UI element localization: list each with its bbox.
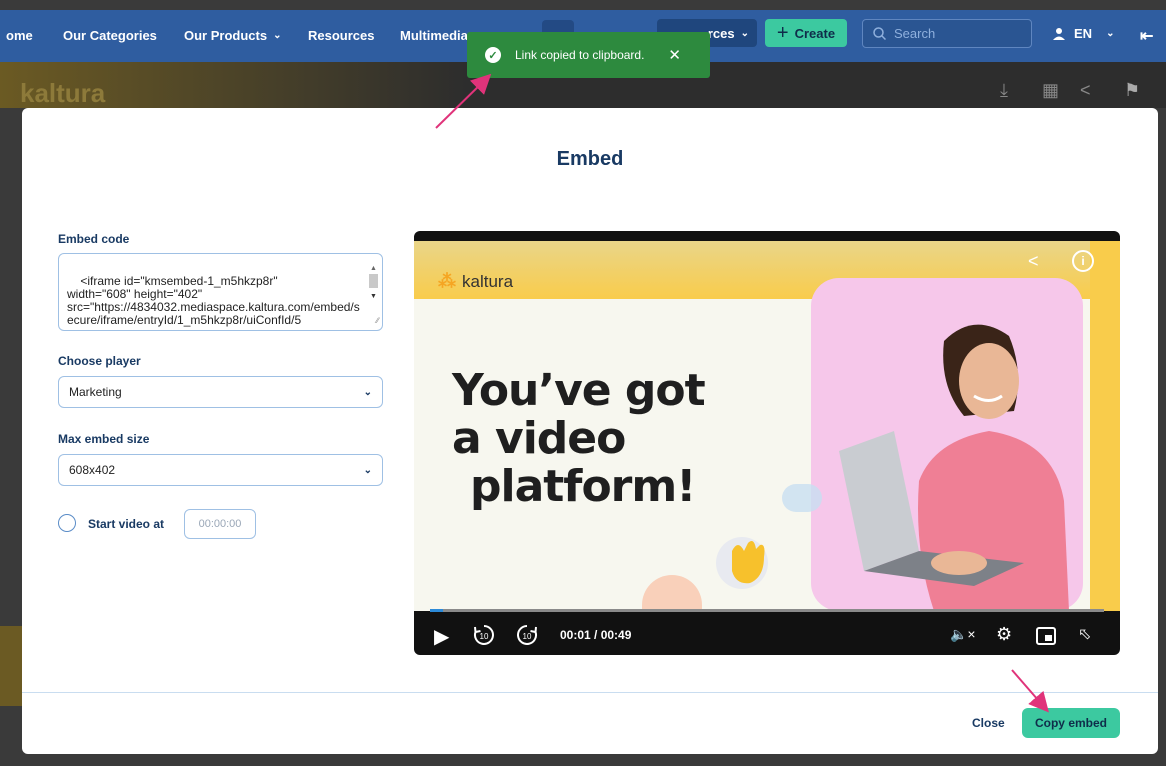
page-left-background [0,626,22,706]
time-display: 00:01 / 00:49 [560,628,632,642]
background-logo: kaltura [20,78,106,108]
user-icon [1053,27,1065,40]
chevron-down-icon: ⌄ [363,464,372,476]
embed-code-label: Embed code [58,232,130,246]
copy-embed-label: Copy embed [1034,716,1107,730]
create-button-label: Create [794,25,836,41]
video-headline: You’ve got a video platform! [452,365,706,512]
create-button[interactable]: + Create [765,19,847,47]
nav-resources[interactable]: Resources [308,28,374,43]
language-selector[interactable]: EN [1074,26,1092,41]
kaltura-spark-icon: ⁂ [438,271,456,291]
nav-categories-label: Our Categories [63,28,157,43]
grid-icon[interactable]: ▦ [1042,80,1059,101]
check-circle-icon: ✓ [485,47,501,63]
search-icon [873,27,886,40]
search-input[interactable]: Search [862,19,1032,48]
kaltura-logo: ⁂ kaltura [438,271,513,292]
max-embed-size-label: Max embed size [58,432,150,446]
chevron-down-icon: ⌄ [363,386,372,398]
user-menu[interactable]: EN ⌄ [1052,26,1114,41]
forward-10-icon[interactable]: 10 [515,623,539,647]
choose-player-select[interactable]: Marketing ⌄ [58,376,383,408]
mute-icon[interactable]: 🔈× [950,626,976,643]
headline-line-1: You’ve got [452,365,706,416]
video-right-band [1090,241,1120,611]
copy-embed-button[interactable]: Copy embed [1022,708,1120,738]
progress-fill [430,609,444,612]
embed-dialog: Embed Embed code <iframe id="kmsembed-1_… [22,108,1158,754]
heart-shape [642,575,702,611]
footer-divider [22,692,1158,693]
max-embed-size-value: 608x402 [69,463,116,477]
toast-message: Link copied to clipboard. [515,48,645,62]
toast-close-icon[interactable]: ✕ [668,46,681,64]
close-button[interactable]: Close [972,716,1005,730]
start-time-placeholder: 00:00:00 [198,518,242,530]
thumbs-up-bubble [782,484,822,512]
start-video-checkbox[interactable] [58,514,76,532]
rewind-10-icon[interactable]: 10 [472,623,496,647]
chevron-down-icon: ⌄ [740,27,749,39]
waving-hand-icon [716,537,768,589]
flag-icon[interactable]: ⚑ [1124,80,1140,101]
choose-player-value: Marketing [69,385,122,399]
video-player-preview[interactable]: ⁂ kaltura You’ve got a video platform! <… [414,231,1120,655]
choose-player-label: Choose player [58,354,141,368]
embed-code-text: <iframe id="kmsembed-1_m5hkzp8r" width="… [67,274,360,327]
resources-button-label: rces [707,25,735,41]
fullscreen-icon[interactable]: ⬁ [1078,624,1091,644]
exit-icon[interactable]: ⇤ [1140,26,1153,46]
info-icon[interactable]: i [1072,250,1094,272]
svg-text:10: 10 [480,632,489,641]
picture-in-picture-icon[interactable] [1036,627,1056,645]
headline-line-3: platform! [470,461,696,512]
progress-bar[interactable] [430,609,1104,612]
share-icon[interactable]: < [1028,251,1039,272]
max-embed-size-select[interactable]: 608x402 ⌄ [58,454,383,486]
download-icon[interactable]: ⤓ [1000,80,1008,101]
kaltura-logo-text: kaltura [462,271,514,291]
video-frame: ⁂ kaltura You’ve got a video platform! [414,241,1120,611]
nav-multimedia-label: Multimedia [400,28,468,43]
play-icon[interactable]: ▶ [434,624,449,649]
woman-with-laptop-image [839,324,1069,611]
scroll-down-icon[interactable]: ▼ [370,290,377,303]
toast-notification: ✓ Link copied to clipboard. ✕ [467,32,710,78]
nav-multimedia[interactable]: Multimedia [400,28,468,43]
nav-resources-label: Resources [308,28,375,43]
start-video-label: Start video at [88,517,165,531]
nav-products-label: Our Products [184,28,268,43]
plus-icon: + [776,22,789,44]
nav-products[interactable]: Our Products ⌄ [184,28,281,43]
start-time-input[interactable]: 00:00:00 [184,509,256,539]
svg-text:10: 10 [523,632,532,641]
chevron-down-icon: ⌄ [273,30,282,41]
resize-grip-icon[interactable]: ∕∕ [376,314,379,327]
embed-code-textarea[interactable]: <iframe id="kmsembed-1_m5hkzp8r" width="… [58,253,383,331]
nav-home[interactable]: ome [6,28,33,43]
search-placeholder: Search [894,26,936,41]
headline-line-2: a video [452,413,626,464]
settings-gear-icon[interactable]: ⚙ [996,624,1012,645]
share-icon[interactable]: < [1080,80,1091,101]
chevron-down-icon: ⌄ [1106,28,1115,39]
dialog-title: Embed [556,148,624,170]
scroll-thumb[interactable] [369,274,378,288]
nav-categories[interactable]: Our Categories [63,28,157,43]
